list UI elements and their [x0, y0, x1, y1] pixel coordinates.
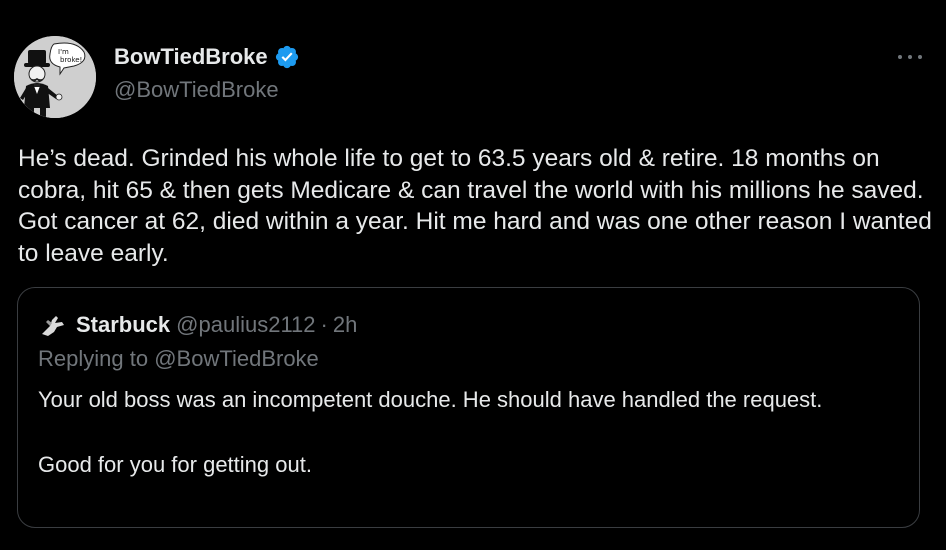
quoted-tweet-header: Starbuck @paulius2112 · 2h — [38, 310, 357, 340]
avatar-caption-line1: I'm — [58, 48, 69, 56]
more-dot — [898, 55, 902, 59]
quoted-paragraph: Your old boss was an incompetent douche.… — [38, 387, 823, 412]
tweet-card: I'm broke! BowTiedBroke @BowTiedBroke He… — [0, 0, 946, 550]
quoted-tweet-text: Your old boss was an incompetent douche.… — [38, 384, 898, 482]
quoted-author-avatar[interactable] — [38, 310, 68, 340]
more-dot — [918, 55, 922, 59]
author-avatar[interactable]: I'm broke! — [14, 36, 96, 118]
more-horizontal-icon[interactable] — [898, 52, 922, 62]
dot-separator: · — [320, 312, 328, 337]
quoted-author-handle[interactable]: @paulius2112 — [176, 312, 315, 338]
replying-to: Replying to @BowTiedBroke — [38, 346, 319, 372]
quoted-tweet[interactable]: Starbuck @paulius2112 · 2h Replying to @… — [17, 287, 920, 528]
tweet-text: He’s dead. Grinded his whole life to get… — [18, 145, 932, 267]
author-handle[interactable]: @BowTiedBroke — [114, 77, 279, 103]
quoted-paragraph: Good for you for getting out. — [38, 452, 312, 477]
avatar-caption-line2: broke! — [60, 56, 82, 64]
verified-badge-icon — [274, 44, 300, 70]
author-name[interactable]: BowTiedBroke — [114, 44, 268, 70]
starbuck-avatar-icon — [38, 310, 68, 340]
more-dot — [908, 55, 912, 59]
replying-prefix: Replying to — [38, 346, 149, 371]
author-name-row[interactable]: BowTiedBroke — [114, 44, 300, 70]
quoted-timestamp[interactable]: 2h — [333, 312, 357, 338]
monopoly-man-avatar-icon: I'm broke! — [14, 36, 96, 118]
replying-handle[interactable]: @BowTiedBroke — [154, 346, 319, 371]
quoted-author-name[interactable]: Starbuck — [76, 312, 170, 338]
